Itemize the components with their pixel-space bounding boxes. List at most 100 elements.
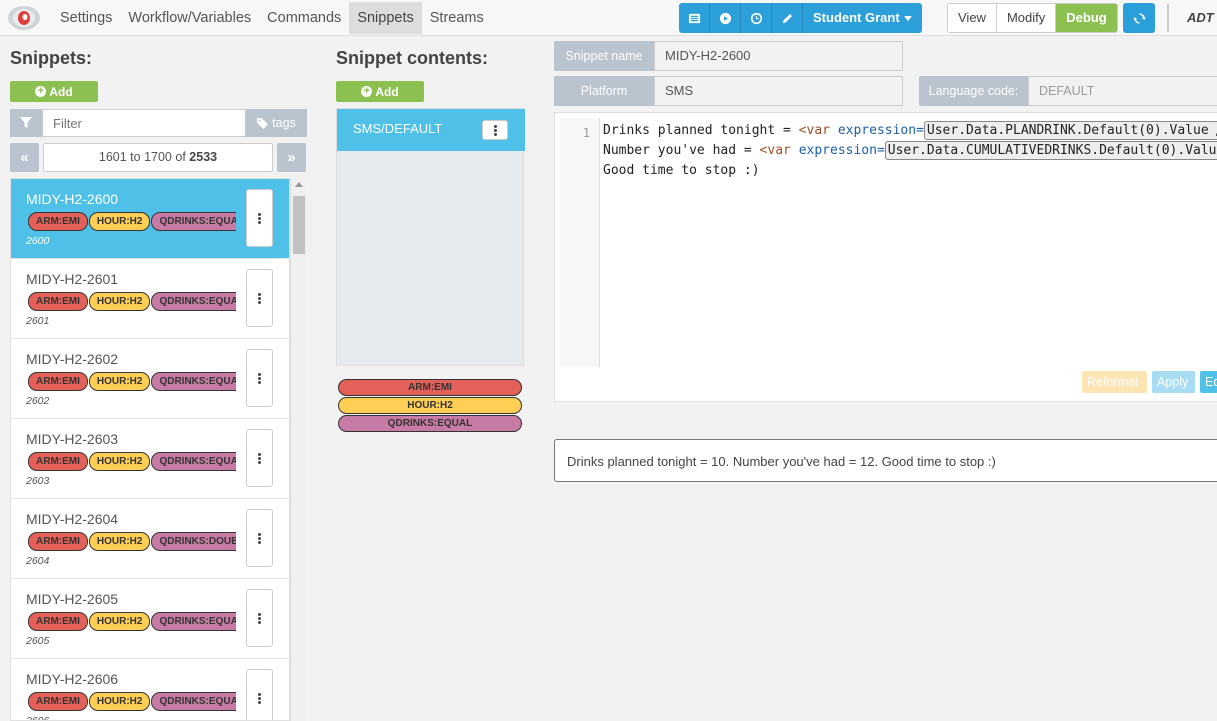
edit-study-button[interactable] — [772, 3, 803, 33]
snippet-name: MIDY-H2-2606 — [26, 671, 119, 687]
scrollbar-thumb[interactable] — [293, 196, 305, 254]
snippet-tags: ARM:EMI HOUR:H2 QDRINKS:EQUAL — [28, 292, 236, 312]
tab-workflow-variables[interactable]: Workflow/Variables — [120, 2, 259, 34]
snippet-tags: ARM:EMI HOUR:H2 QDRINKS:EQUAL — [28, 452, 236, 472]
code-line: Drinks planned tonight = <var expression… — [603, 121, 1217, 141]
tab-snippets[interactable]: Snippets — [349, 2, 422, 34]
tag-badge: HOUR:H2 — [88, 532, 151, 551]
line-number: 1 — [582, 126, 590, 140]
snippet-contents-list: SMS/DEFAULT — [336, 108, 525, 366]
snippet-menu-button[interactable] — [246, 269, 273, 327]
snippet-list-item[interactable]: MIDY-H2-2600 ARM:EMI HOUR:H2 QDRINKS:EQUAL… — [11, 179, 289, 259]
pager-info: 1601 to 1700 of 2533 — [43, 143, 273, 172]
edit-button[interactable]: Edit — [1200, 371, 1217, 393]
study-dropdown[interactable]: Student Grant — [803, 3, 922, 33]
expression-widget[interactable]: User.Data.CUMULATIVEDRINKS.Default(0).Va… — [884, 141, 1217, 160]
editor-code-area[interactable]: Drinks planned tonight = <var expression… — [603, 119, 1217, 364]
snippet-id: 2602 — [26, 395, 50, 407]
snippet-name: MIDY-H2-2605 — [26, 591, 119, 607]
tab-commands[interactable]: Commands — [259, 2, 349, 34]
code-editor[interactable]: 1 Drinks planned tonight = <var expressi… — [554, 112, 1217, 402]
tag-badge: QDRINKS:EQUAL — [151, 372, 236, 391]
reformat-button[interactable]: Reformat — [1082, 371, 1147, 393]
study-dropdown-label: Student Grant — [813, 10, 900, 25]
app-logo-icon[interactable] — [6, 4, 42, 32]
snippet-list-scrollbar[interactable] — [290, 178, 307, 721]
snippet-name-field[interactable]: MIDY-H2-2600 — [654, 41, 903, 71]
plus-circle-icon: + — [361, 86, 373, 97]
code-text: Number you've had = — [603, 143, 760, 158]
tags-filter-button[interactable]: tags — [246, 109, 307, 137]
snippet-filter-input[interactable] — [42, 109, 246, 137]
snippet-name: MIDY-H2-2603 — [26, 431, 119, 447]
kebab-icon — [258, 452, 261, 464]
apply-button[interactable]: Apply — [1152, 371, 1195, 393]
content-item[interactable]: SMS/DEFAULT — [337, 109, 525, 151]
snippet-name: MIDY-H2-2602 — [26, 351, 119, 367]
tag-badge: ARM:EMI — [28, 532, 88, 551]
study-toolbar: Student Grant — [679, 3, 922, 33]
snippet-id: 2600 — [26, 235, 50, 247]
tag-badge: ARM:EMI — [28, 372, 88, 391]
snippet-id: 2603 — [26, 475, 50, 487]
snippet-list-item[interactable]: MIDY-H2-2605 ARM:EMI HOUR:H2 QDRINKS:EQUAL… — [11, 579, 289, 659]
snippet-menu-button[interactable] — [246, 349, 273, 407]
snippet-list-item[interactable]: MIDY-H2-2603 ARM:EMI HOUR:H2 QDRINKS:EQUAL… — [11, 419, 289, 499]
play-button[interactable] — [710, 3, 741, 33]
snippet-list-item[interactable]: MIDY-H2-2602 ARM:EMI HOUR:H2 QDRINKS:EQUAL… — [11, 339, 289, 419]
code-line: Good time to stop :) — [603, 161, 760, 181]
add-content-button[interactable]: + Add — [336, 81, 424, 102]
snippet-contents-title: Snippet contents: — [336, 48, 488, 68]
snippet-filter-row: tags — [10, 109, 307, 137]
schedule-button[interactable] — [741, 3, 772, 33]
add-snippet-button[interactable]: + Add — [10, 81, 98, 102]
snippet-menu-button[interactable] — [246, 669, 273, 720]
plus-circle-icon: + — [35, 86, 47, 97]
snippet-menu-button[interactable] — [246, 589, 273, 647]
modify-mode-button[interactable]: Modify — [996, 4, 1057, 32]
code-text: Good time to stop :) — [603, 163, 760, 178]
content-tag-hour: HOUR:H2 — [338, 397, 522, 414]
content-menu-button[interactable] — [482, 120, 508, 140]
pager-total: 2533 — [189, 150, 218, 164]
view-mode-button[interactable]: View — [948, 4, 997, 32]
refresh-button[interactable] — [1123, 3, 1155, 33]
snippet-id: 2605 — [26, 635, 50, 647]
kebab-icon — [258, 292, 261, 304]
expression-widget[interactable]: User.Data.PLANDRINK.Default(0).Value — [923, 121, 1217, 140]
snippet-list-item[interactable]: MIDY-H2-2604 ARM:EMIHOUR:H2QDRINKS:DOUBL… — [11, 499, 289, 579]
snippet-menu-button[interactable] — [246, 509, 273, 567]
filter-button[interactable] — [10, 109, 42, 137]
scroll-up-arrow-icon[interactable] — [295, 182, 303, 187]
code-line: Number you've had = <var expression= User… — [603, 141, 1217, 161]
snippet-list-item[interactable]: MIDY-H2-2606 ARM:EMI HOUR:H2 QDRINKS:EQUAL… — [11, 659, 289, 720]
code-var-tag: <var — [759, 143, 799, 158]
play-icon — [719, 12, 731, 24]
user-label[interactable]: ADT — [1187, 0, 1214, 36]
content-item-label: SMS/DEFAULT — [353, 121, 443, 136]
refresh-icon — [1132, 12, 1146, 24]
tag-badge: HOUR:H2 — [88, 292, 151, 311]
snippet-menu-button[interactable] — [246, 189, 273, 247]
language-code-field[interactable]: DEFAULT — [1028, 76, 1217, 106]
snippet-list: MIDY-H2-2600 ARM:EMI HOUR:H2 QDRINKS:EQUAL… — [10, 178, 290, 721]
tag-badge: ARM:EMI — [28, 212, 88, 231]
tag-badge: ARM:EMI — [28, 292, 88, 311]
snippet-list-item[interactable]: MIDY-H2-2601 ARM:EMI HOUR:H2 QDRINKS:EQUAL… — [11, 259, 289, 339]
pager-of-label: of — [175, 150, 186, 164]
debug-mode-button[interactable]: Debug — [1056, 4, 1117, 32]
tab-streams[interactable]: Streams — [422, 2, 492, 34]
snippet-menu-button[interactable] — [246, 429, 273, 487]
tag-badge: QDRINKS:EQUAL — [151, 212, 236, 231]
pager-next-button[interactable]: » — [277, 143, 306, 172]
tag-badge: HOUR:H2 — [88, 452, 151, 471]
expression-text: User.Data.PLANDRINK.Default(0).Value — [926, 123, 1209, 138]
code-attr: expression= — [837, 123, 924, 138]
snippet-tags: ARM:EMI HOUR:H2 QDRINKS:EQUAL — [28, 212, 236, 232]
platform-field[interactable]: SMS — [654, 76, 903, 106]
tab-settings[interactable]: Settings — [52, 2, 120, 34]
list-view-button[interactable] — [679, 3, 710, 33]
expression-text: User.Data.CUMULATIVEDRINKS.Default(0).Va… — [887, 143, 1217, 158]
snippet-name-label: Snippet name — [554, 41, 654, 71]
pager-prev-button[interactable]: « — [10, 143, 39, 172]
